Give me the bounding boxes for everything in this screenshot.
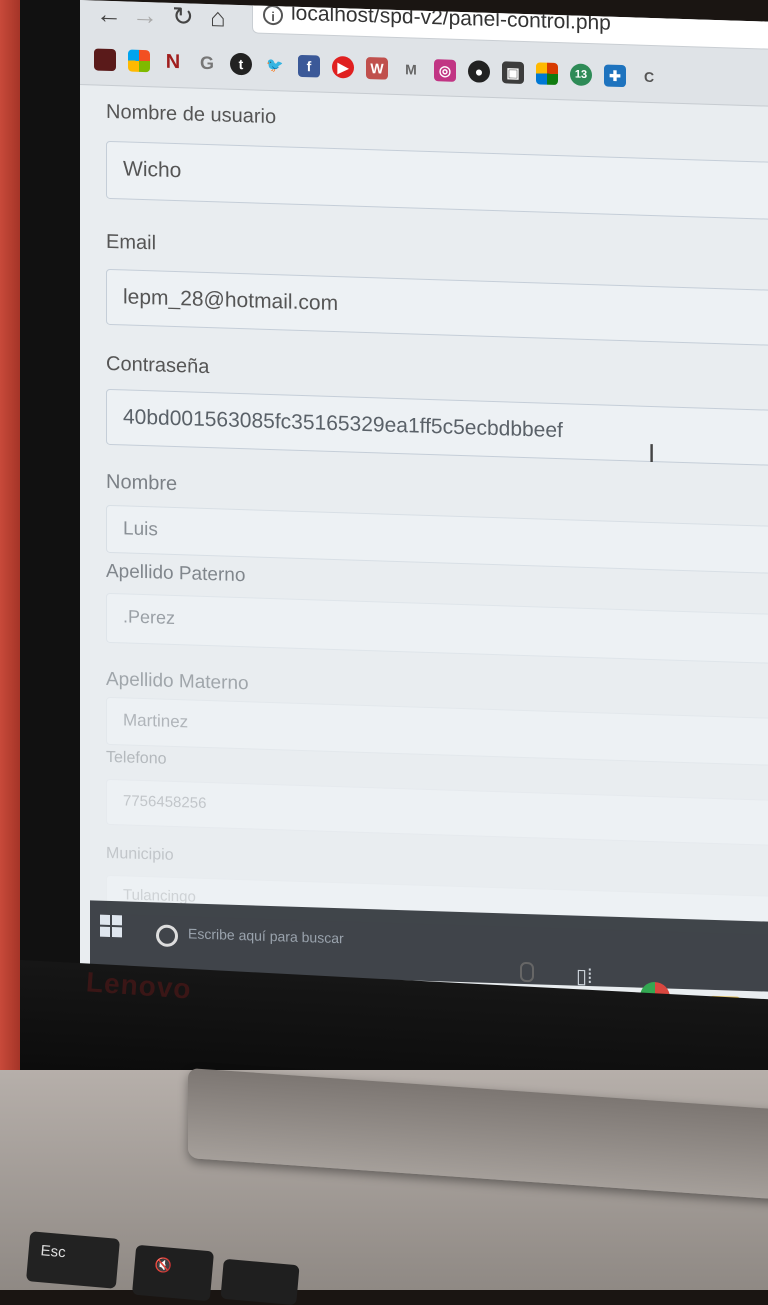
- back-icon[interactable]: ←: [96, 0, 122, 29]
- paternal-surname-value: .Perez: [123, 606, 176, 628]
- maternal-surname-label: Apellido Materno: [106, 668, 249, 695]
- instagram-icon[interactable]: ◎: [434, 59, 456, 82]
- password-value: 40bd001563085fc35165329ea1ff5c5ecbdbbeef: [123, 405, 563, 443]
- bookmark-w-icon[interactable]: W: [366, 56, 388, 80]
- name-label: Nombre: [106, 470, 178, 496]
- taskbar-search[interactable]: Escribe aquí para buscar: [188, 925, 344, 946]
- reload-icon[interactable]: ↻: [172, 1, 194, 32]
- mute-key-icon[interactable]: 🔇: [131, 1244, 215, 1302]
- home-icon[interactable]: ⌂: [210, 2, 226, 32]
- paternal-surname-label: Apellido Paterno: [106, 560, 246, 587]
- bookmark-c-icon[interactable]: C: [638, 66, 660, 89]
- function-key[interactable]: [220, 1258, 300, 1305]
- email-field[interactable]: lepm_28@hotmail.com: [106, 268, 768, 347]
- address-bar[interactable]: i localhost/spd-v2/panel-control.php: [252, 0, 768, 51]
- name-value: Luis: [123, 518, 158, 541]
- municipality-label: Municipio: [106, 844, 174, 864]
- browser-toolbar: ← → ↻ ⌂ i localhost/spd-v2/panel-control…: [80, 0, 768, 107]
- microphone-icon[interactable]: [520, 961, 534, 983]
- password-field[interactable]: 40bd001563085fc35165329ea1ff5c5ecbdbbeef: [106, 388, 768, 467]
- extension-icon[interactable]: ✚: [604, 64, 626, 88]
- tumblr-icon[interactable]: t: [230, 52, 252, 76]
- microsoft-icon[interactable]: [128, 49, 150, 73]
- info-icon[interactable]: i: [263, 4, 283, 26]
- office-icon[interactable]: [536, 62, 558, 86]
- gmail-icon[interactable]: M: [400, 58, 422, 81]
- twitter-icon[interactable]: 🐦: [264, 54, 286, 77]
- phone-field[interactable]: 7756458256: [106, 778, 768, 847]
- laptop-screen: ← → ↻ ⌂ i localhost/spd-v2/panel-control…: [80, 0, 768, 1022]
- maternal-surname-field[interactable]: Martinez: [106, 696, 768, 767]
- username-label: Nombre de usuario: [106, 100, 277, 129]
- youtube-icon[interactable]: ▶: [332, 55, 354, 79]
- email-label: Email: [106, 230, 157, 255]
- forward-icon[interactable]: →: [132, 0, 158, 30]
- email-value: lepm_28@hotmail.com: [123, 285, 339, 316]
- app-icon[interactable]: ▣: [502, 61, 524, 84]
- bookmark-n-icon[interactable]: N: [162, 51, 184, 74]
- cortana-icon[interactable]: [156, 924, 178, 948]
- url-text: localhost/spd-v2/panel-control.php: [291, 1, 611, 35]
- task-view-icon[interactable]: ▯⁞: [576, 964, 593, 990]
- facebook-icon[interactable]: f: [298, 54, 320, 78]
- google-icon[interactable]: G: [196, 52, 218, 75]
- username-field[interactable]: Wicho: [106, 140, 768, 221]
- username-value: Wicho: [123, 157, 182, 183]
- maternal-surname-value: Martinez: [123, 710, 189, 732]
- extension-13-icon[interactable]: 13: [570, 63, 592, 87]
- phone-value: 7756458256: [123, 792, 207, 812]
- bookmark-icon[interactable]: [94, 48, 116, 72]
- paternal-surname-field[interactable]: .Perez: [106, 592, 768, 665]
- phone-label: Telefono: [106, 748, 167, 768]
- github-icon[interactable]: ●: [468, 60, 490, 83]
- windows-start-icon[interactable]: [100, 914, 124, 940]
- password-label: Contraseña: [106, 352, 210, 379]
- text-cursor-icon: I: [648, 437, 656, 469]
- bookmarks-bar: N G t 🐦 f ▶ W M ◎ ● ▣ 13 ✚ C: [94, 44, 660, 92]
- esc-key[interactable]: Esc: [25, 1231, 121, 1289]
